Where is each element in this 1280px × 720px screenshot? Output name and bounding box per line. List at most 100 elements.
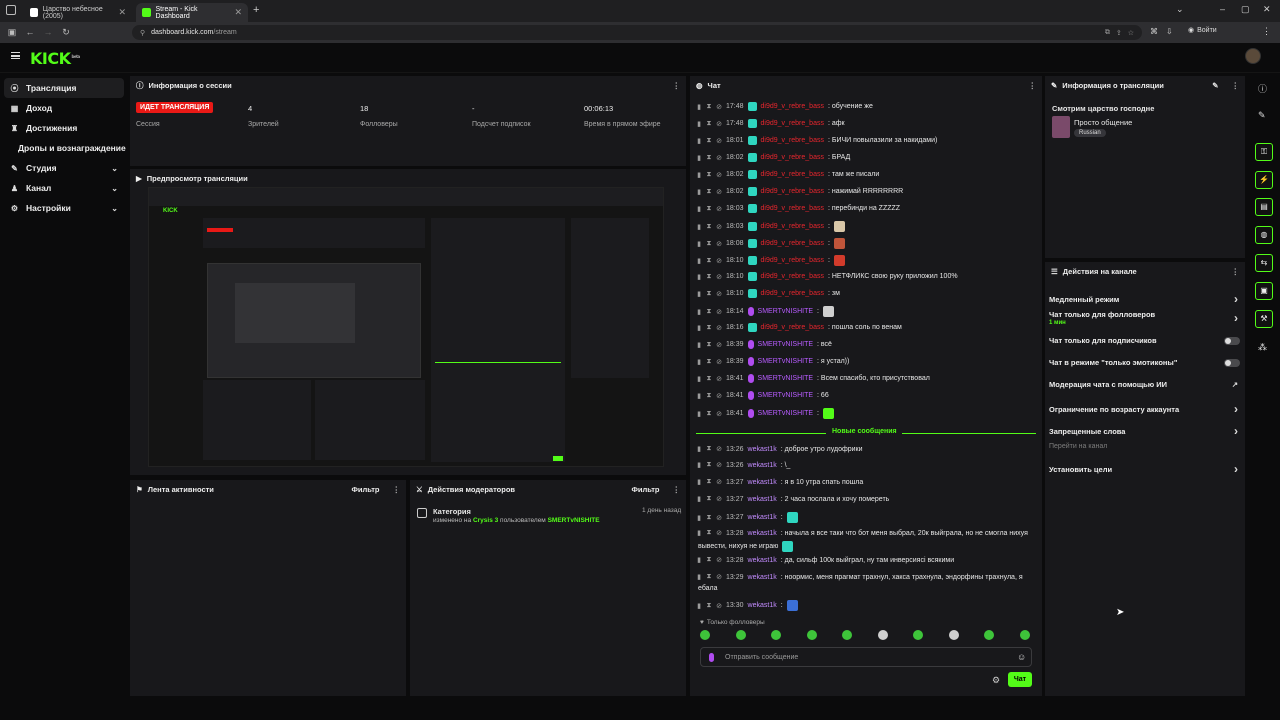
pin-message-icon[interactable]: ▮: [696, 495, 702, 503]
sidebar-item-broadcast[interactable]: ⦿ Трансляция: [4, 78, 124, 98]
user-avatar[interactable]: [1245, 48, 1261, 64]
chat-message[interactable]: ▮ ⧗ ⊘ 18:41 SMERTvNISHITE: Всем спасибо, кто…: [696, 374, 1036, 383]
timeout-icon[interactable]: ⧗: [706, 137, 712, 145]
chat-settings-icon[interactable]: ⚙: [992, 675, 1000, 686]
message-username[interactable]: di9d9_v_rebre_bass: [761, 205, 824, 212]
reload-icon[interactable]: ↻: [58, 27, 74, 38]
sidebar-item-income[interactable]: ▦ Доход: [0, 98, 128, 118]
quick-emote-icon[interactable]: [700, 630, 710, 640]
message-username[interactable]: wekast1k: [748, 479, 777, 486]
pin-message-icon[interactable]: ▮: [696, 410, 702, 418]
quick-emote-icon[interactable]: [984, 630, 994, 640]
toggle-switch[interactable]: [1224, 336, 1240, 345]
close-tab-icon[interactable]: ✕: [118, 7, 126, 18]
ban-icon[interactable]: ⊘: [716, 324, 722, 332]
close-tab-icon[interactable]: ✕: [234, 7, 242, 18]
chat-message[interactable]: ▮ ⧗ ⊘ 17:48 di9d9_v_rebre_bass: афк: [696, 119, 1036, 128]
quick-emote-icon[interactable]: [806, 630, 817, 640]
pin-message-icon[interactable]: ▮: [696, 529, 702, 537]
ban-icon[interactable]: ⊘: [716, 205, 722, 213]
timeout-icon[interactable]: ⧗: [706, 392, 712, 400]
message-username[interactable]: wekast1k: [748, 574, 777, 581]
ban-icon[interactable]: ⊘: [716, 461, 722, 469]
ban-icon[interactable]: ⊘: [716, 154, 722, 162]
chat-message[interactable]: ▮ ⧗ ⊘ 18:39 SMERTvNISHITE: я устал)): [696, 357, 1036, 366]
pin-message-icon[interactable]: ▮: [696, 375, 702, 383]
ban-icon[interactable]: ⊘: [716, 188, 722, 196]
message-username[interactable]: di9d9_v_rebre_bass: [761, 240, 824, 247]
widget-toggle-1[interactable]: ⚿: [1255, 143, 1273, 161]
chat-message[interactable]: ▮ ⧗ ⊘ 13:28 wekast1k: начыла я все таки что …: [696, 529, 1036, 537]
channel-action-item[interactable]: Чат в режиме "только эмотиконы": [1049, 358, 1244, 367]
message-username[interactable]: di9d9_v_rebre_bass: [761, 120, 824, 127]
message-username[interactable]: SMERTvNISHITE: [758, 375, 814, 382]
timeout-icon[interactable]: ⧗: [706, 290, 712, 298]
chat-message[interactable]: ▮ ⧗ ⊘ 18:01 di9d9_v_rebre_bass: БИЧИ повылаз…: [696, 136, 1036, 145]
timeout-icon[interactable]: ⧗: [706, 308, 712, 316]
ban-icon[interactable]: ⊘: [716, 257, 722, 265]
message-username[interactable]: wekast1k: [748, 530, 777, 537]
message-username[interactable]: SMERTvNISHITE: [758, 308, 814, 315]
back-icon[interactable]: ←: [22, 27, 38, 37]
more-options-icon[interactable]: ⋮: [1232, 267, 1240, 276]
chat-message[interactable]: ▮ ⧗ ⊘ 18:10 di9d9_v_rebre_bass: НЕТФЛИКС сво…: [696, 272, 1036, 281]
timeout-icon[interactable]: ⧗: [706, 240, 712, 248]
send-chat-button[interactable]: Чат: [1008, 672, 1032, 687]
pin-message-icon[interactable]: ▮: [696, 205, 702, 213]
chat-message[interactable]: ▮ ⧗ ⊘ 18:08 di9d9_v_rebre_bass:: [696, 238, 1036, 249]
timeout-icon[interactable]: ⧗: [706, 273, 712, 281]
minimize-icon[interactable]: –: [1220, 4, 1225, 14]
browser-menu-icon[interactable]: ⋮: [1262, 26, 1271, 37]
widget-toggle-6[interactable]: ▣: [1255, 282, 1273, 300]
site-info-icon[interactable]: ⚲: [140, 29, 145, 37]
pin-message-icon[interactable]: ▮: [696, 188, 702, 196]
widget-toggle-4[interactable]: ◍: [1255, 226, 1273, 244]
more-options-icon[interactable]: ⋮: [673, 81, 681, 90]
pin-message-icon[interactable]: ▮: [696, 223, 702, 231]
share-icon[interactable]: ⇪: [1116, 29, 1122, 37]
message-username[interactable]: di9d9_v_rebre_bass: [761, 171, 824, 178]
chat-message[interactable]: ▮ ⧗ ⊘ 18:10 di9d9_v_rebre_bass:: [696, 255, 1036, 266]
extensions-icon[interactable]: ⌘: [1150, 27, 1158, 36]
timeout-icon[interactable]: ⧗: [706, 223, 712, 231]
ban-icon[interactable]: ⊘: [716, 573, 722, 581]
info-rail-icon[interactable]: ⓘ: [1258, 82, 1267, 95]
message-username[interactable]: SMERTvNISHITE: [758, 392, 814, 399]
chat-message[interactable]: ▮ ⧗ ⊘ 18:03 di9d9_v_rebre_bass:: [696, 221, 1036, 232]
widget-toggle-7[interactable]: ⚒: [1255, 310, 1273, 328]
chat-message[interactable]: ▮ ⧗ ⊘ 18:14 SMERTvNISHITE:: [696, 306, 1036, 317]
quick-emote-icon[interactable]: [948, 630, 959, 640]
widget-toggle-5[interactable]: ⇆: [1255, 254, 1273, 272]
pin-message-icon[interactable]: ▮: [696, 478, 702, 486]
quick-emote-icon[interactable]: [771, 630, 781, 640]
chat-message[interactable]: ▮ ⧗ ⊘ 13:28 wekast1k: да, сильф 100к выйграл…: [696, 556, 1036, 564]
maximize-icon[interactable]: ▢: [1241, 4, 1250, 15]
message-username[interactable]: di9d9_v_rebre_bass: [761, 324, 824, 331]
ban-icon[interactable]: ⊘: [716, 478, 722, 486]
chat-message[interactable]: ▮ ⧗ ⊘ 18:41 SMERTvNISHITE: 66: [696, 391, 1036, 400]
quick-emote-icon[interactable]: [913, 630, 923, 640]
timeout-icon[interactable]: ⧗: [706, 324, 712, 332]
sidebar-item-achievements[interactable]: ♜ Достижения: [0, 118, 128, 138]
pin-message-icon[interactable]: ▮: [696, 556, 702, 564]
widget-toggle-2[interactable]: ⚡: [1255, 171, 1273, 189]
chat-input[interactable]: Отправить сообщение ☺: [700, 647, 1032, 667]
timeout-icon[interactable]: ⧗: [706, 171, 712, 179]
message-username[interactable]: di9d9_v_rebre_bass: [761, 154, 824, 161]
chat-message[interactable]: ▮ ⧗ ⊘ 18:02 di9d9_v_rebre_bass: БРАД: [696, 153, 1036, 162]
chat-message[interactable]: ▮ ⧗ ⊘ 18:39 SMERTvNISHITE: всё: [696, 340, 1036, 349]
ban-icon[interactable]: ⊘: [716, 495, 722, 503]
chat-message[interactable]: ▮ ⧗ ⊘ 18:03 di9d9_v_rebre_bass: перебинди на…: [696, 204, 1036, 213]
new-tab-icon[interactable]: +: [253, 4, 259, 16]
chat-message[interactable]: ▮ ⧗ ⊘ 13:30 wekast1k:: [696, 600, 1036, 611]
pin-message-icon[interactable]: ▮: [696, 120, 702, 128]
edit-button[interactable]: ✎: [1212, 81, 1218, 90]
chat-message[interactable]: ▮ ⧗ ⊘ 13:27 wekast1k: я в 10 утра спать пошл…: [696, 478, 1036, 486]
message-username[interactable]: SMERTvNISHITE: [758, 341, 814, 348]
message-username[interactable]: wekast1k: [748, 602, 777, 609]
pin-message-icon[interactable]: ▮: [696, 257, 702, 265]
timeout-icon[interactable]: ⧗: [706, 375, 712, 383]
ban-icon[interactable]: ⊘: [716, 514, 722, 522]
ban-icon[interactable]: ⊘: [716, 375, 722, 383]
message-username[interactable]: di9d9_v_rebre_bass: [761, 188, 824, 195]
